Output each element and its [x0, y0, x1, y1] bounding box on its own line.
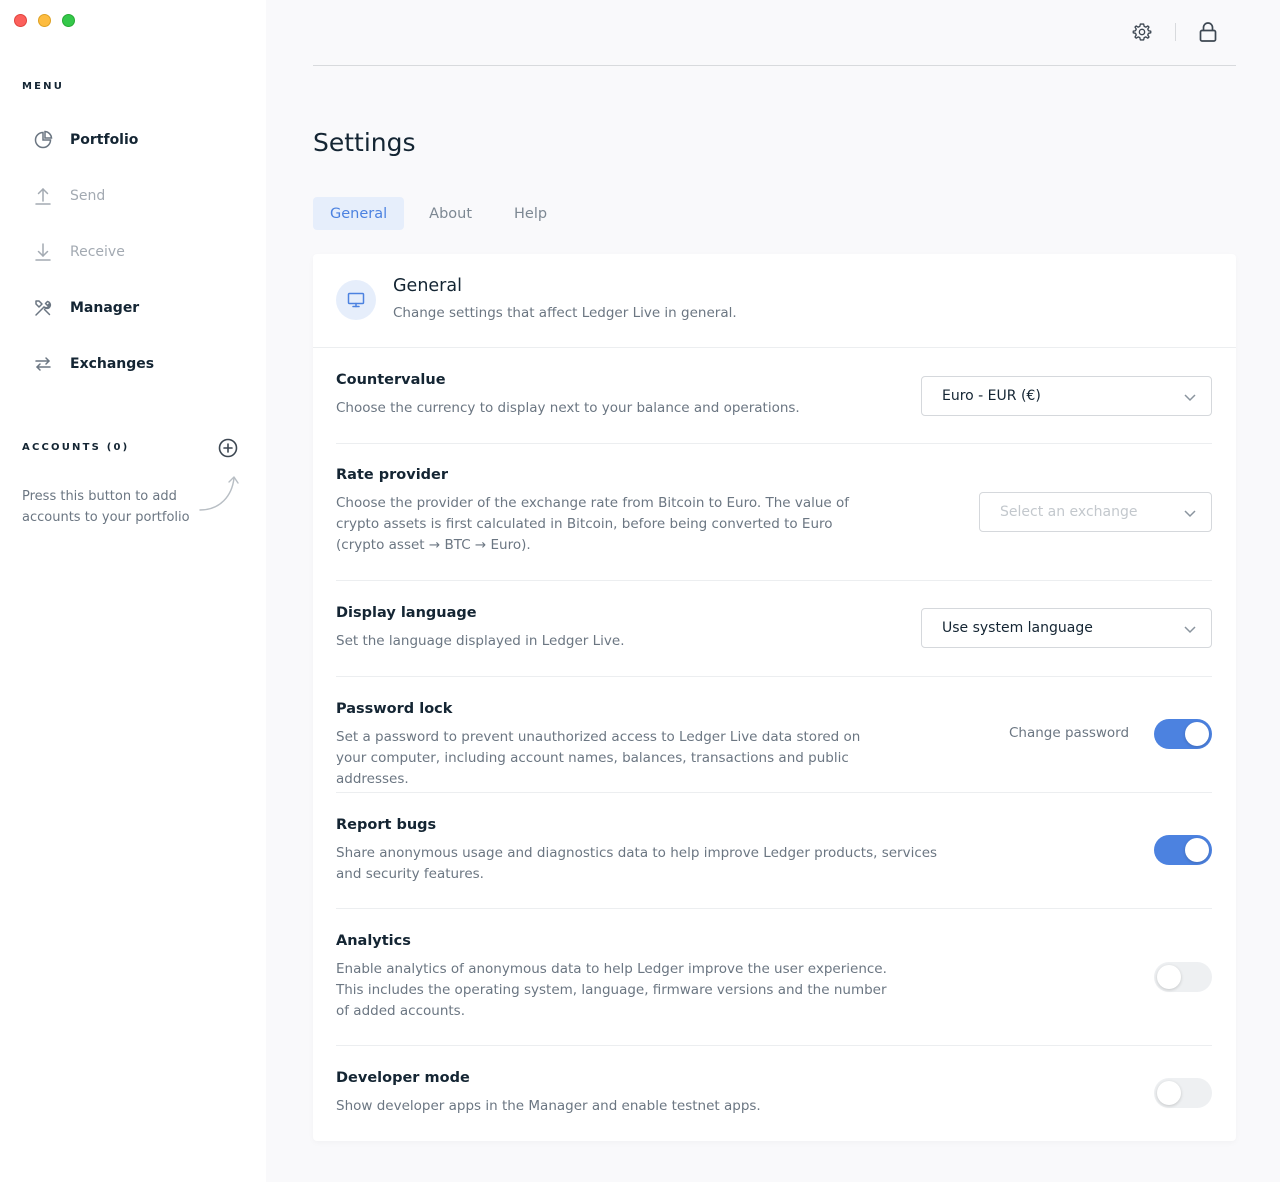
toggle-knob	[1185, 722, 1209, 746]
curved-arrow-icon	[196, 472, 240, 520]
report-bugs-toggle[interactable]	[1154, 835, 1212, 865]
lock-button[interactable]	[1196, 20, 1220, 44]
topbar-divider	[1175, 23, 1176, 41]
settings-button[interactable]	[1130, 20, 1154, 44]
setting-description: Show developer apps in the Manager and e…	[336, 1098, 761, 1114]
accounts-label: ACCOUNTS (0)	[22, 442, 130, 453]
sidebar-item-exchanges[interactable]: Exchanges	[32, 350, 154, 378]
tab-general[interactable]: General	[313, 197, 405, 230]
pie-chart-icon	[32, 129, 54, 151]
toggle-knob	[1185, 838, 1209, 862]
tab-help[interactable]: Help	[497, 197, 564, 230]
toggle-knob	[1157, 1081, 1181, 1105]
lock-icon	[1199, 22, 1217, 42]
password-lock-toggle[interactable]	[1154, 719, 1212, 749]
setting-title: Countervalue	[336, 372, 446, 388]
settings-tabs: General About Help	[313, 197, 572, 230]
page-title: Settings	[313, 128, 416, 157]
select-value: Use system language	[942, 620, 1093, 636]
settings-card: General Change settings that affect Ledg…	[313, 254, 1236, 1141]
tools-icon	[32, 297, 54, 319]
setting-description: Set the language displayed in Ledger Liv…	[336, 633, 625, 649]
sidebar-item-label: Exchanges	[70, 356, 155, 372]
section-title: General	[393, 276, 462, 296]
chevron-down-icon	[1184, 510, 1196, 518]
sidebar-item-send[interactable]: Send	[32, 182, 105, 210]
add-account-button[interactable]	[217, 437, 239, 459]
select-placeholder: Select an exchange	[1000, 504, 1138, 520]
setting-title: Developer mode	[336, 1070, 470, 1086]
setting-description: Choose the provider of the exchange rate…	[336, 495, 850, 553]
swap-arrows-icon	[32, 353, 54, 375]
setting-row-countervalue: Countervalue Choose the currency to disp…	[336, 349, 1212, 444]
setting-row-rate-provider: Rate provider Choose the provider of the…	[336, 444, 1212, 581]
setting-title: Analytics	[336, 933, 411, 949]
setting-row-display-language: Display language Set the language displa…	[336, 581, 1212, 677]
window-controls	[14, 14, 75, 27]
toggle-knob	[1157, 965, 1181, 989]
setting-row-password-lock: Password lock Set a password to prevent …	[336, 677, 1212, 793]
setting-title: Rate provider	[336, 467, 449, 483]
sidebar-item-label: Receive	[70, 244, 125, 260]
monitor-icon	[336, 280, 376, 320]
setting-title: Password lock	[336, 701, 453, 717]
section-description: Change settings that affect Ledger Live …	[393, 305, 737, 321]
setting-description: Share anonymous usage and diagnostics da…	[336, 845, 938, 882]
sidebar: MENU Portfolio Send Receive Manager Exch…	[0, 0, 266, 1182]
maximize-window-button[interactable]	[62, 14, 75, 27]
setting-description: Enable analytics of anonymous data to he…	[336, 961, 887, 1019]
upload-arrow-icon	[32, 185, 54, 207]
select-value: Euro - EUR (€)	[942, 388, 1041, 404]
sidebar-item-label: Manager	[70, 300, 140, 316]
setting-row-analytics: Analytics Enable analytics of anonymous …	[336, 909, 1212, 1046]
setting-row-report-bugs: Report bugs Share anonymous usage and di…	[336, 793, 1212, 909]
plus-circle-icon	[218, 438, 238, 458]
tab-about[interactable]: About	[412, 197, 489, 230]
close-window-button[interactable]	[14, 14, 27, 27]
chevron-down-icon	[1184, 626, 1196, 634]
sidebar-item-portfolio[interactable]: Portfolio	[32, 126, 138, 154]
gear-icon	[1132, 23, 1152, 41]
sidebar-item-label: Portfolio	[70, 132, 139, 148]
countervalue-select[interactable]: Euro - EUR (€)	[921, 376, 1212, 416]
setting-description: Choose the currency to display next to y…	[336, 400, 800, 416]
developer-mode-toggle[interactable]	[1154, 1078, 1212, 1108]
language-select[interactable]: Use system language	[921, 608, 1212, 648]
sidebar-item-receive[interactable]: Receive	[32, 238, 125, 266]
section-header: General Change settings that affect Ledg…	[313, 254, 1236, 348]
minimize-window-button[interactable]	[38, 14, 51, 27]
setting-description: Set a password to prevent unauthorized a…	[336, 729, 861, 787]
top-bar	[313, 0, 1236, 66]
change-password-link[interactable]: Change password	[1009, 725, 1129, 741]
sidebar-item-label: Send	[70, 188, 106, 204]
accounts-hint: Press this button to add accounts to you…	[22, 489, 190, 525]
analytics-toggle[interactable]	[1154, 962, 1212, 992]
setting-title: Report bugs	[336, 817, 437, 833]
download-arrow-icon	[32, 241, 54, 263]
chevron-down-icon	[1184, 394, 1196, 402]
sidebar-item-manager[interactable]: Manager	[32, 294, 139, 322]
setting-row-developer-mode: Developer mode Show developer apps in th…	[336, 1046, 1212, 1141]
menu-label: MENU	[22, 81, 65, 92]
rate-provider-select[interactable]: Select an exchange	[979, 492, 1212, 532]
setting-title: Display language	[336, 605, 477, 621]
